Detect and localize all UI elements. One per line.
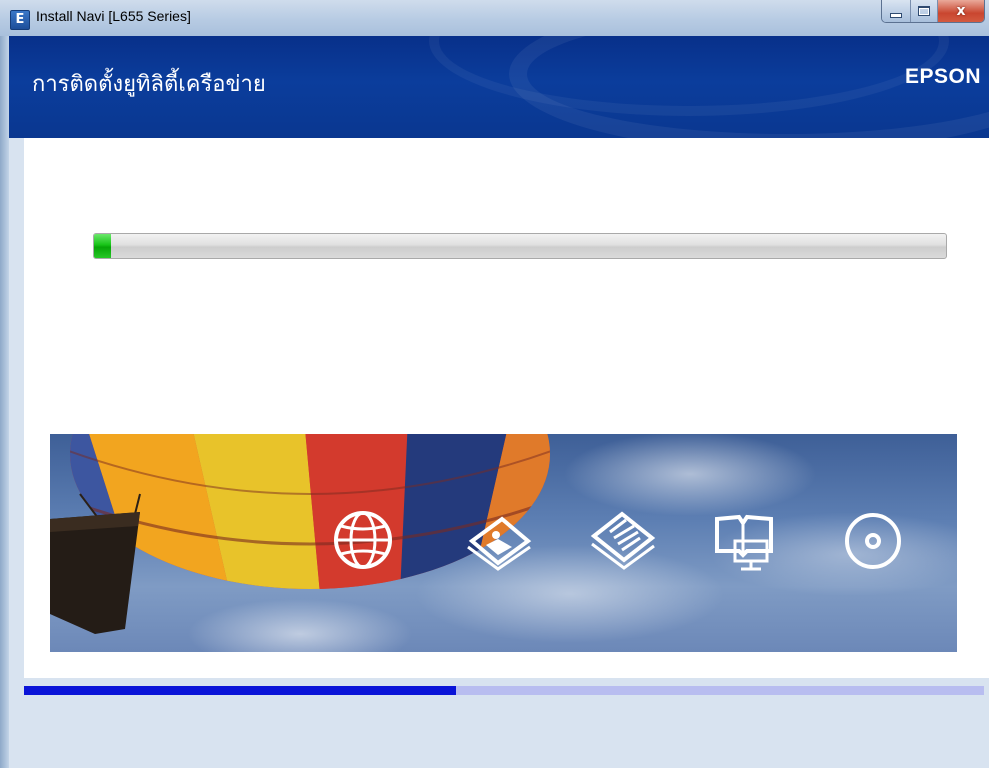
minimize-icon — [890, 12, 902, 18]
feature-banner — [50, 434, 957, 652]
app-icon: E — [10, 10, 30, 30]
page-title: การติดตั้งยูทิลิตี้เครือข่าย — [32, 72, 266, 97]
close-button[interactable]: x — [938, 0, 984, 22]
feature-icon-row — [50, 434, 957, 652]
window-controls: x — [881, 0, 985, 23]
close-icon: x — [956, 3, 966, 19]
install-progress-fill — [94, 234, 112, 258]
epson-logo: EPSON — [904, 65, 981, 88]
step-progress-fill — [24, 686, 456, 695]
step-progress-bar — [24, 686, 984, 695]
minimize-button[interactable] — [882, 0, 911, 22]
installer-window: E Install Navi [L655 Series] x การติดตั้… — [0, 0, 989, 768]
disc-icon — [841, 509, 911, 579]
manual-book-icon — [711, 511, 781, 581]
maximize-button[interactable] — [911, 0, 938, 22]
documents-icon — [588, 508, 658, 578]
page-header: การติดตั้งยูทิลิตี้เครือข่าย EPSON — [9, 36, 989, 138]
window-frame-edge — [0, 36, 9, 768]
install-progress-bar — [93, 233, 947, 259]
window-title: Install Navi [L655 Series] — [36, 8, 191, 24]
globe-icon — [331, 508, 401, 578]
content-area — [9, 138, 989, 768]
maximize-icon — [918, 6, 930, 16]
photo-print-icon — [464, 511, 534, 581]
title-bar[interactable]: E Install Navi [L655 Series] x — [0, 0, 989, 36]
